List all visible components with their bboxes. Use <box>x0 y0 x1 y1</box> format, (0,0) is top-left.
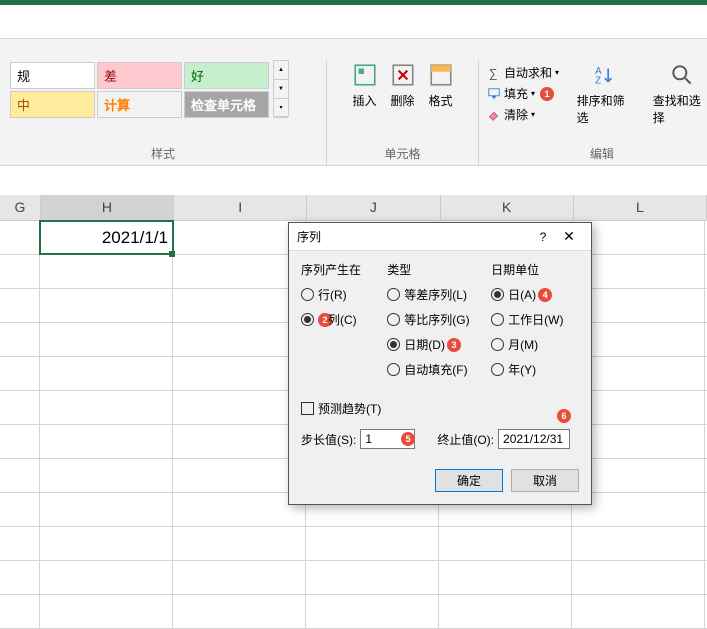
autosum-label: 自动求和 <box>504 64 552 81</box>
column-headers: G H I J K L <box>0 195 707 221</box>
dialog-title-text: 序列 <box>297 228 321 245</box>
marker-6: 6 <box>557 409 571 423</box>
autosum-button[interactable]: ∑ 自动求和 ▾ <box>487 62 565 83</box>
marker-5: 5 <box>401 432 415 446</box>
style-good[interactable]: 好 <box>184 62 269 89</box>
where-label: 序列产生在 <box>301 261 371 278</box>
step-label: 步长值(S): <box>301 431 356 448</box>
fill-label: 填充 <box>504 85 528 102</box>
trend-label: 预测趋势(T) <box>318 400 381 417</box>
type-label: 类型 <box>387 261 475 278</box>
find-label: 查找和选择 <box>653 92 707 126</box>
ribbon: 规 差 好 中 计算 检查单元格 ▲▼▾ 样式 <box>0 0 707 166</box>
find-select-button[interactable]: 查找和选择 <box>647 60 707 128</box>
radio-row[interactable]: 行(R) <box>301 286 371 303</box>
radio-workday[interactable]: 工作日(W) <box>491 311 579 328</box>
style-check[interactable]: 检查单元格 <box>184 91 269 118</box>
svg-text:Z: Z <box>595 76 601 87</box>
style-neutral[interactable]: 中 <box>10 91 95 118</box>
sort-icon: AZ <box>593 62 619 88</box>
eraser-icon <box>487 108 501 122</box>
col-header-i[interactable]: I <box>174 195 307 220</box>
styles-group: 规 差 好 中 计算 检查单元格 ▲▼▾ 样式 <box>0 60 327 165</box>
col-header-g[interactable]: G <box>0 195 41 220</box>
svg-text:∑: ∑ <box>489 66 498 80</box>
active-cell[interactable]: 2021/1/1 <box>40 221 173 254</box>
stop-input[interactable] <box>498 429 570 449</box>
stop-label: 终止值(O): <box>437 431 494 448</box>
style-scrollbar[interactable]: ▲▼▾ <box>273 60 289 117</box>
editing-group: ∑ 自动求和 ▾ 填充 ▾ 1 清除 ▾ <box>479 60 707 165</box>
format-button[interactable]: 格式 <box>422 60 460 111</box>
radio-date[interactable]: 日期(D) 3 <box>387 336 475 353</box>
insert-button[interactable]: 插入 <box>346 60 384 111</box>
col-header-k[interactable]: K <box>441 195 574 220</box>
radio-arith[interactable]: 等差序列(L) <box>387 286 475 303</box>
style-calc[interactable]: 计算 <box>97 91 182 118</box>
radio-autofill[interactable]: 自动填充(F) <box>387 361 475 378</box>
format-label: 格式 <box>428 92 452 109</box>
cancel-button[interactable]: 取消 <box>511 469 579 492</box>
radio-column[interactable]: 2 列(C) <box>301 311 371 328</box>
delete-icon <box>390 62 416 88</box>
radio-row-label: 行(R) <box>318 286 347 303</box>
marker-3: 3 <box>447 338 461 352</box>
fill-down-icon <box>487 87 501 101</box>
fill-button[interactable]: 填充 ▾ 1 <box>487 83 565 104</box>
clear-label: 清除 <box>504 106 528 123</box>
col-header-l[interactable]: L <box>574 195 707 220</box>
cell[interactable] <box>0 221 40 254</box>
series-dialog: 序列 ? ✕ 序列产生在 行(R) 2 列(C) 类型 等差序列(L) 等比序列… <box>288 222 592 505</box>
sort-filter-button[interactable]: AZ 排序和筛选 <box>571 60 641 128</box>
cells-group: 插入 删除 格式 单元格 <box>327 60 479 165</box>
col-header-h[interactable]: H <box>41 195 174 220</box>
delete-button[interactable]: 删除 <box>384 60 422 111</box>
format-icon <box>428 62 454 88</box>
ribbon-content: 规 差 好 中 计算 检查单元格 ▲▼▾ 样式 <box>0 60 707 165</box>
marker-1: 1 <box>540 87 554 101</box>
clear-button[interactable]: 清除 ▾ <box>487 104 565 125</box>
radio-year[interactable]: 年(Y) <box>491 361 579 378</box>
group-label-cells: 单元格 <box>384 145 420 165</box>
dialog-close-button[interactable]: ✕ <box>555 228 583 245</box>
style-bad[interactable]: 差 <box>97 62 182 89</box>
style-normal[interactable]: 规 <box>10 62 95 89</box>
trend-checkbox[interactable]: 预测趋势(T) <box>301 400 579 417</box>
sigma-icon: ∑ <box>487 66 501 80</box>
sort-label: 排序和筛选 <box>577 92 635 126</box>
group-label-editing: 编辑 <box>590 145 614 165</box>
radio-col-label: 列(C) <box>328 311 357 328</box>
marker-4: 4 <box>538 288 552 302</box>
radio-day[interactable]: 日(A) 4 <box>491 286 579 303</box>
radio-month[interactable]: 月(M) <box>491 336 579 353</box>
dialog-titlebar: 序列 ? ✕ <box>289 223 591 251</box>
style-gallery[interactable]: 规 差 好 中 计算 检查单元格 <box>8 60 271 120</box>
radio-geom[interactable]: 等比序列(G) <box>387 311 475 328</box>
dialog-help-button[interactable]: ? <box>531 230 555 244</box>
col-header-j[interactable]: J <box>307 195 440 220</box>
ok-button[interactable]: 确定 <box>435 469 503 492</box>
cell[interactable] <box>173 221 306 254</box>
group-label-styles: 样式 <box>151 145 175 165</box>
dateunit-label: 日期单位 <box>491 261 579 278</box>
insert-label: 插入 <box>352 92 376 109</box>
delete-label: 删除 <box>390 92 414 109</box>
search-icon <box>669 62 695 88</box>
insert-icon <box>352 62 378 88</box>
